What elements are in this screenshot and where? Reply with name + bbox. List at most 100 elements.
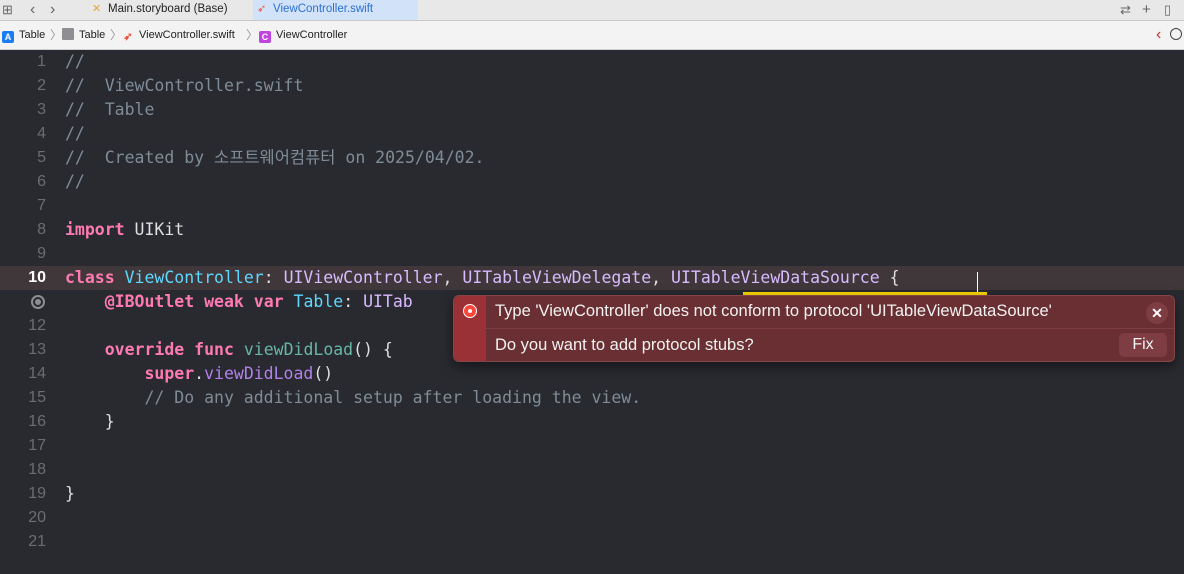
line-number: 10 <box>28 269 46 286</box>
attribute: @IBOutlet <box>65 292 195 311</box>
code-line: 3 // Table <box>0 98 1184 122</box>
fix-question: Do you want to add protocol stubs? <box>495 336 754 354</box>
split-editor-icon[interactable]: ▯ <box>1164 1 1171 18</box>
comment: // <box>65 52 85 71</box>
keyword: import <box>65 220 125 239</box>
line-number: 1 <box>37 53 46 70</box>
keyword: override <box>65 340 185 359</box>
crumb-class[interactable]: C ViewController <box>259 21 347 49</box>
comment: // ViewController.swift <box>65 76 304 95</box>
error-message: Type 'ViewController' does not conform t… <box>495 302 1052 320</box>
punct: . <box>194 364 205 383</box>
line-number: 4 <box>37 125 46 142</box>
code-line: 18 <box>0 458 1184 482</box>
swap-icon[interactable]: ⇄ <box>1120 1 1131 18</box>
type-name: UITab <box>363 292 413 311</box>
punct: , <box>442 268 463 287</box>
comment: // Created by 소프트웨어컴퓨터 on 2025/04/02. <box>65 148 485 167</box>
forward-icon[interactable]: › <box>50 1 55 18</box>
jump-back-icon[interactable]: ‹ <box>1156 21 1161 49</box>
jump-bar: A Table 〉 Table 〉 ➶ ViewController.swift 〉… <box>0 21 1184 50</box>
keyword: class <box>65 268 115 287</box>
error-icon <box>463 304 477 318</box>
code-line: 4 // <box>0 122 1184 146</box>
line-number: 7 <box>37 197 46 214</box>
line-number: 14 <box>28 365 46 382</box>
type-name: UITableViewDelegate <box>462 268 652 287</box>
line-number: 13 <box>28 341 46 358</box>
code-line: 15 // Do any additional setup after load… <box>0 386 1184 410</box>
comment: // <box>65 172 85 191</box>
comment: // Table <box>65 100 155 119</box>
property-name: Table <box>293 292 344 311</box>
punct: } <box>65 412 115 431</box>
code-line: 8 import UIKit <box>0 218 1184 242</box>
fix-button[interactable]: Fix <box>1119 333 1167 357</box>
close-button[interactable]: ✕ <box>1146 302 1168 324</box>
keyword: weak <box>204 292 244 311</box>
tab-main-storyboard[interactable]: ✕ Main.storyboard (Base) <box>88 0 253 20</box>
type-name: UIViewController <box>283 268 443 287</box>
chevron-right-icon: 〉 <box>50 28 63 42</box>
divider <box>486 328 1174 329</box>
line-number: 6 <box>37 173 46 190</box>
error-count-icon[interactable] <box>1170 21 1182 49</box>
line-number: 18 <box>28 461 46 478</box>
code-line: 17 <box>0 434 1184 458</box>
grid-icon[interactable]: ⊞ <box>2 1 13 18</box>
line-number: 19 <box>28 485 46 502</box>
crumb-file[interactable]: ➶ ViewController.swift <box>122 21 234 49</box>
punct: : <box>343 292 364 311</box>
tab-bar: ⊞ ‹ › ✕ Main.storyboard (Base) ➶ ViewCon… <box>0 0 1184 21</box>
outlet-connection-icon[interactable] <box>31 295 45 309</box>
current-code-line: 10 class ViewController: UIViewController… <box>0 266 1184 290</box>
folder-icon <box>62 28 74 40</box>
add-icon[interactable]: + <box>1142 1 1151 18</box>
line-number: 21 <box>28 533 46 550</box>
comment: // <box>65 124 85 143</box>
line-number: 8 <box>37 221 46 238</box>
chevron-right-icon: 〉 <box>110 28 123 42</box>
code-line: 21 <box>0 530 1184 554</box>
class-name: ViewController <box>124 268 264 287</box>
code-line: 19} <box>0 482 1184 506</box>
keyword: func <box>194 340 234 359</box>
code-line: 9 <box>0 242 1184 266</box>
crumb-project[interactable]: A Table <box>2 21 45 49</box>
crumb-label: ViewController <box>276 29 348 41</box>
error-type-name[interactable]: UITableViewDataSource <box>671 268 880 287</box>
error-popup: Type 'ViewController' does not conform t… <box>453 295 1175 362</box>
tab-label: Main.storyboard (Base) <box>108 3 228 15</box>
storyboard-icon: ✕ <box>92 3 102 15</box>
punct: : <box>263 268 284 287</box>
comment: // Do any additional setup after loading… <box>65 388 642 407</box>
tab-viewcontroller-swift[interactable]: ➶ ViewController.swift <box>253 0 418 20</box>
chevron-right-icon: 〉 <box>246 28 259 42</box>
back-icon[interactable]: ‹ <box>30 1 35 18</box>
code-line: 14 super.viewDidLoad() <box>0 362 1184 386</box>
crumb-folder[interactable]: Table <box>62 21 105 49</box>
line-number: 20 <box>28 509 46 526</box>
punct: () { <box>353 340 393 359</box>
code-line: 20 <box>0 506 1184 530</box>
tab-label: ViewController.swift <box>273 3 374 15</box>
keyword: var <box>253 292 284 311</box>
punct: () <box>313 364 334 383</box>
class-c-icon: C <box>259 31 271 43</box>
punct: } <box>65 484 75 503</box>
error-strip <box>454 296 486 361</box>
swift-icon: ➶ <box>123 31 133 43</box>
code-line: 6 // <box>0 170 1184 194</box>
line-number: 2 <box>37 77 46 94</box>
code-line: 5 // Created by 소프트웨어컴퓨터 on 2025/04/02. <box>0 146 1184 170</box>
code-line: 1 // <box>0 50 1184 74</box>
swift-icon: ➶ <box>257 3 267 15</box>
line-number: 16 <box>28 413 46 430</box>
line-number: 15 <box>28 389 46 406</box>
